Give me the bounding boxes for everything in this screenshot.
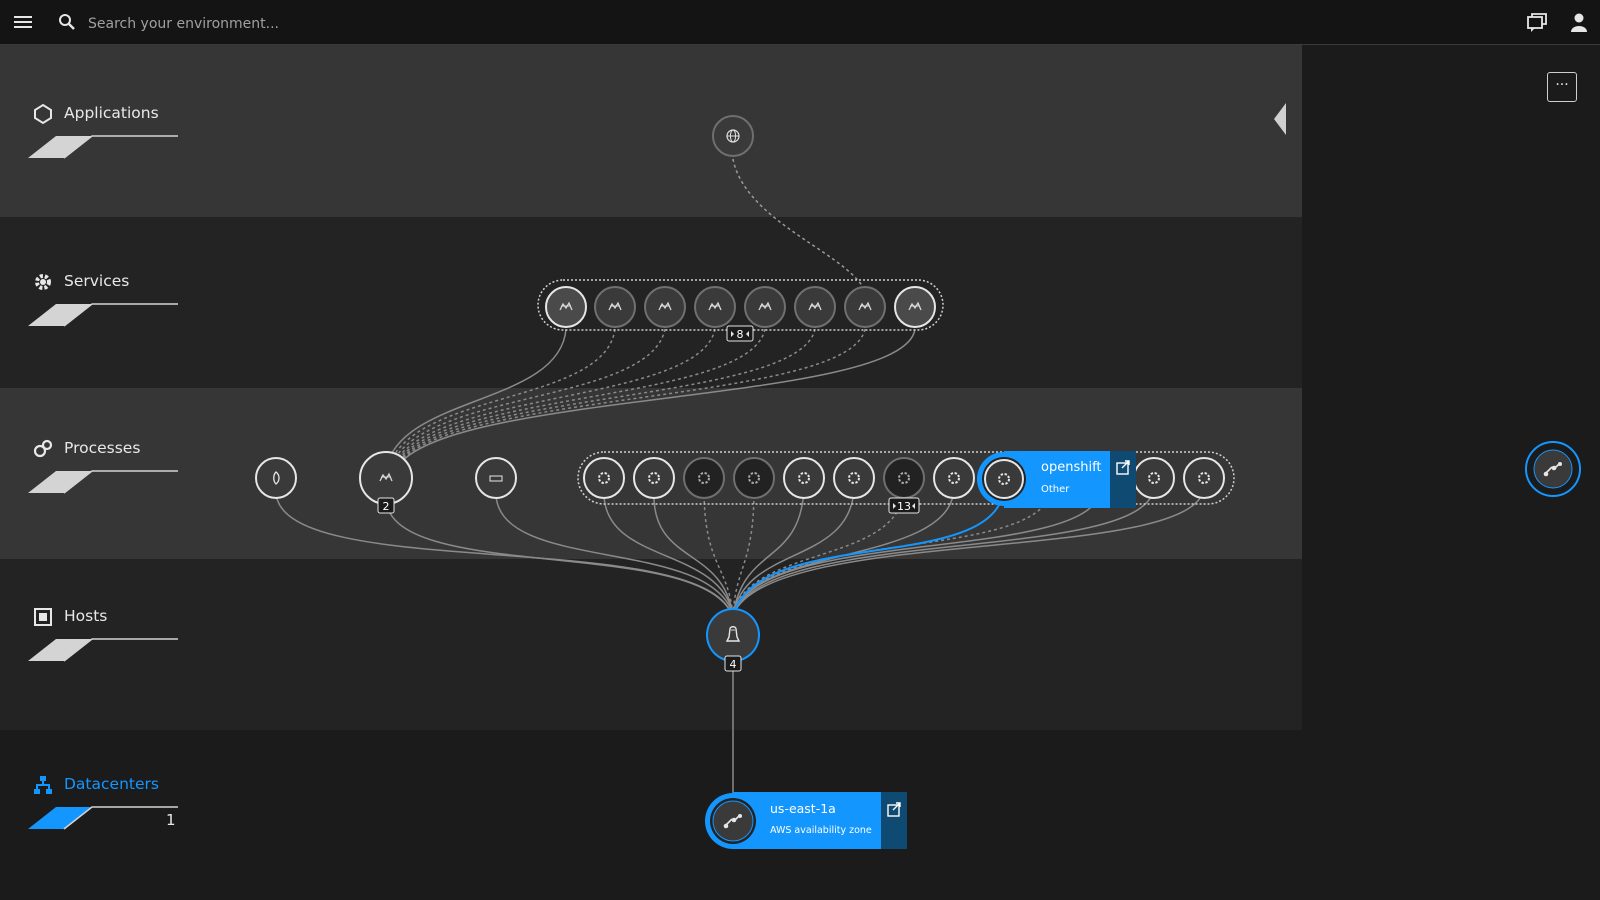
- open-datacenter-button[interactable]: [881, 792, 907, 849]
- service-node[interactable]: [694, 286, 736, 328]
- process-node[interactable]: [583, 457, 625, 499]
- host-node[interactable]: [706, 608, 760, 662]
- selected-process-name: openshift: [1041, 460, 1102, 475]
- host-count: 4: [730, 658, 737, 671]
- service-node[interactable]: [794, 286, 836, 328]
- smartscape-canvas: Applications Services Processes Hosts Da…: [0, 45, 1302, 900]
- process-node[interactable]: [475, 457, 517, 499]
- process-node[interactable]: [683, 457, 725, 499]
- process-node[interactable]: [783, 457, 825, 499]
- process-node[interactable]: [933, 457, 975, 499]
- service-node[interactable]: [594, 286, 636, 328]
- search-input[interactable]: [86, 10, 490, 38]
- process-node[interactable]: [833, 457, 875, 499]
- datacenter-card[interactable]: us-east-1a AWS availability zone: [705, 792, 907, 849]
- service-node[interactable]: [644, 286, 686, 328]
- datacenter-name: us-east-1a: [770, 801, 836, 816]
- service-node[interactable]: [545, 286, 587, 328]
- process-node[interactable]: [733, 457, 775, 499]
- selected-process-type: Other: [1041, 484, 1070, 495]
- process-node[interactable]: [1133, 457, 1175, 499]
- process-node[interactable]: [883, 457, 925, 499]
- services-expand-badge[interactable]: 8: [726, 325, 754, 342]
- process-node[interactable]: [255, 457, 297, 499]
- datacenter-type: AWS availability zone: [770, 825, 872, 836]
- services-badge-count: 8: [737, 328, 744, 341]
- links-services-processes: [385, 328, 916, 470]
- open-process-button[interactable]: [1110, 451, 1136, 508]
- service-node[interactable]: [844, 286, 886, 328]
- more-button[interactable]: ···: [1547, 72, 1577, 102]
- menu-icon[interactable]: [14, 14, 32, 30]
- process-cluster-node[interactable]: [359, 451, 413, 505]
- selected-process-card[interactable]: openshift Other: [977, 451, 1136, 508]
- host-badge: 4: [724, 655, 742, 672]
- search-icon[interactable]: [58, 13, 76, 31]
- user-icon[interactable]: [1568, 12, 1590, 34]
- service-node[interactable]: [894, 286, 936, 328]
- collapse-panel-icon[interactable]: [1274, 103, 1288, 135]
- more-icon: ···: [1555, 77, 1569, 93]
- process-group-expand-badge[interactable]: 13: [888, 497, 920, 514]
- service-node[interactable]: [744, 286, 786, 328]
- process-node[interactable]: [1183, 457, 1225, 499]
- smartscape-graph: 8 2 13 openshift Other 4 us-east-1a AWS …: [255, 115, 1235, 849]
- service-nodes: [545, 286, 936, 328]
- top-bar: [0, 0, 1600, 45]
- process-group-count: 13: [897, 500, 911, 513]
- application-node[interactable]: [712, 115, 754, 157]
- link-app-service: [731, 152, 869, 300]
- chat-icon[interactable]: [1526, 12, 1548, 34]
- process-node[interactable]: [633, 457, 675, 499]
- region-node[interactable]: [1524, 440, 1582, 498]
- process-cluster-count: 2: [383, 500, 390, 513]
- process-cluster-badge: 2: [377, 497, 395, 514]
